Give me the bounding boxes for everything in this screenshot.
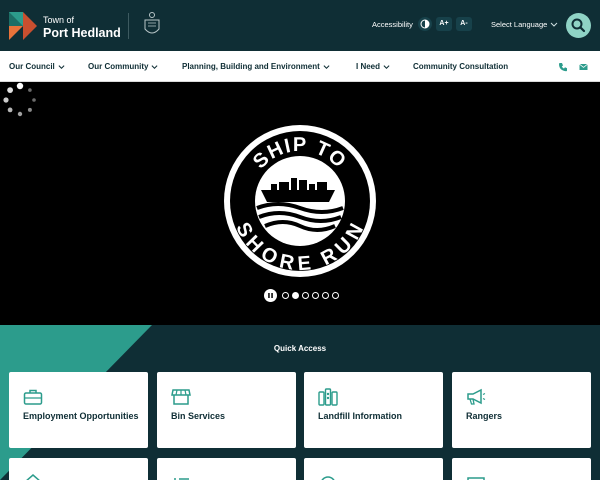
card-label: Landfill Information (318, 411, 402, 421)
clock-icon (321, 476, 335, 480)
carousel-dot[interactable] (312, 292, 319, 299)
nav-item-label: Community Consultation (413, 62, 509, 71)
nav-item-i-need[interactable]: I Need (356, 51, 390, 82)
storefront-icon (171, 389, 191, 405)
quick-access-card-row2[interactable] (452, 458, 591, 480)
carousel-dot[interactable] (302, 292, 309, 299)
accessibility-label: Accessibility (372, 20, 413, 29)
bins-icon (318, 388, 338, 406)
quick-access-card-landfill[interactable]: Landfill Information (304, 372, 443, 448)
nav-item-our-council[interactable]: Our Council (9, 51, 65, 82)
nav-item-label: Our Council (9, 62, 55, 71)
quick-access-card-bin-services[interactable]: Bin Services (157, 372, 296, 448)
quick-access-card-row2[interactable] (157, 458, 296, 480)
quick-access-card-row2[interactable] (304, 458, 443, 480)
crest-icon (144, 12, 160, 34)
chevron-down-icon[interactable] (550, 20, 558, 28)
chevron-down-icon (58, 65, 65, 70)
carousel-dot[interactable] (282, 292, 289, 299)
logo-town-name: Port Hedland (43, 26, 121, 40)
language-select[interactable]: Select Language (491, 20, 547, 29)
text-increase-button[interactable]: A+ (436, 17, 452, 31)
carousel-dot[interactable] (332, 292, 339, 299)
quick-access-card-row2[interactable] (9, 458, 148, 480)
contrast-icon (420, 19, 430, 29)
quick-access-card-rangers[interactable]: Rangers (452, 372, 591, 448)
nav-item-planning[interactable]: Planning, Building and Environment (182, 51, 330, 82)
hero-carousel[interactable]: SHIP TO SHORE RUN (0, 82, 600, 325)
chevron-down-icon (383, 65, 390, 70)
mail-icon[interactable] (579, 63, 588, 71)
quick-access-section: Quick Access Employment Opportunities Bi… (0, 325, 600, 480)
pause-icon (268, 293, 273, 298)
search-icon (571, 18, 586, 33)
list-icon (174, 478, 189, 480)
card-label: Employment Opportunities (23, 411, 139, 421)
ship-to-shore-run-logo: SHIP TO SHORE RUN (224, 125, 376, 277)
site-header: Town of Port Hedland Accessibility A+ A-… (0, 0, 600, 51)
logo-town-of: Town of (43, 15, 75, 25)
text-decrease-button[interactable]: A- (456, 17, 472, 31)
quick-access-card-employment[interactable]: Employment Opportunities (9, 372, 148, 448)
loading-spinner-icon (3, 82, 36, 117)
card-label: Rangers (466, 411, 503, 421)
chevron-down-icon (151, 65, 158, 70)
megaphone-icon (467, 388, 486, 405)
nav-item-community-consultation[interactable]: Community Consultation (413, 51, 508, 82)
carousel-dot[interactable] (322, 292, 329, 299)
ticket-icon (467, 477, 485, 480)
main-navigation: Our Council Our Community Planning, Buil… (0, 51, 600, 82)
card-label: Bin Services (171, 411, 226, 421)
nav-item-label: I Need (356, 62, 381, 71)
town-logo-icon[interactable] (9, 12, 37, 40)
phone-icon[interactable] (558, 62, 568, 72)
nav-item-label: Our Community (88, 62, 149, 71)
site-logo-text[interactable]: Town of Port Hedland (43, 16, 121, 40)
carousel-pause-button[interactable] (264, 289, 277, 302)
nav-item-our-community[interactable]: Our Community (88, 51, 158, 82)
house-icon (26, 474, 40, 480)
briefcase-icon (23, 389, 43, 405)
contrast-toggle-button[interactable] (418, 17, 432, 31)
nav-item-label: Planning, Building and Environment (182, 62, 320, 71)
carousel-dot[interactable] (292, 292, 299, 299)
search-button[interactable] (566, 13, 591, 38)
header-divider (128, 13, 129, 39)
chevron-down-icon (323, 65, 330, 70)
quick-access-title: Quick Access (273, 344, 327, 353)
